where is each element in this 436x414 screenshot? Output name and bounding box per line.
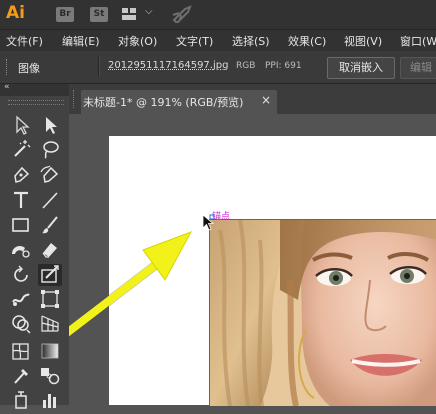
menu-select[interactable]: 选择(S) — [232, 33, 270, 49]
color-mode: RGB — [236, 61, 256, 71]
tab-document[interactable]: 未标题-1* @ 191% (RGB/预览) × — [81, 90, 277, 114]
tab-bar-grip[interactable] — [73, 90, 76, 108]
puppet-warp-tool-icon[interactable] — [9, 288, 33, 310]
rotate-tool-icon[interactable] — [9, 264, 33, 286]
document-tab-title[interactable]: 未标题-1* @ 191% (RGB/预览) — [83, 94, 243, 110]
symbol-sprayer-tool-icon[interactable] — [9, 388, 33, 410]
perspective-grid-tool-icon[interactable] — [38, 312, 62, 334]
lasso-tool-icon[interactable] — [38, 138, 62, 160]
mesh-tool-icon[interactable] — [9, 340, 33, 362]
paintbrush-tool-icon[interactable] — [38, 214, 62, 236]
selection-tool-icon[interactable] — [9, 114, 33, 136]
arrange-documents-icon[interactable] — [122, 8, 136, 20]
divider — [98, 57, 100, 77]
shaper-tool-icon[interactable] — [9, 238, 33, 260]
illustrator-logo: Ai — [6, 3, 25, 23]
menu-effect[interactable]: 效果(C) — [288, 33, 326, 49]
column-graph-tool-icon[interactable] — [38, 388, 62, 410]
curvature-tool-icon[interactable] — [38, 164, 62, 186]
type-tool-icon[interactable] — [9, 189, 33, 211]
collapse-icon[interactable]: « — [4, 82, 10, 92]
blend-tool-icon[interactable] — [38, 364, 62, 386]
direct-selection-cursor-icon — [202, 214, 215, 231]
chevron-down-icon[interactable]: ⌵ — [145, 6, 153, 17]
width-tool-icon[interactable] — [38, 264, 62, 286]
control-bar: 图像 2012951117164597.jpg RGB PPI: 691 取消嵌… — [0, 51, 436, 84]
pen-tool-icon[interactable] — [9, 164, 33, 186]
application-bar: Ai Br St ⌵ — [0, 0, 436, 29]
stock-button[interactable]: St — [90, 7, 108, 22]
free-transform-tool-icon[interactable] — [38, 288, 62, 310]
tools-panel-grip[interactable] — [8, 100, 64, 105]
magic-wand-tool-icon[interactable] — [9, 138, 33, 160]
canvas-area[interactable]: 锚点 — [69, 114, 436, 406]
tools-panel-header: « — [0, 82, 69, 96]
ppi-value: PPI: 691 — [265, 61, 302, 71]
eraser-tool-icon[interactable] — [38, 238, 62, 260]
line-segment-tool-icon[interactable] — [38, 189, 62, 211]
gpu-performance-icon[interactable] — [171, 5, 193, 23]
gradient-tool-icon[interactable] — [38, 340, 62, 362]
menu-type[interactable]: 文字(T) — [176, 33, 213, 49]
direct-selection-tool-icon[interactable] — [38, 114, 62, 136]
rectangle-tool-icon[interactable] — [9, 214, 33, 236]
document-tab-bar: 未标题-1* @ 191% (RGB/预览) × — [69, 84, 436, 114]
shape-builder-tool-icon[interactable] — [9, 312, 33, 334]
menu-file[interactable]: 文件(F) — [6, 33, 43, 49]
control-bar-grip[interactable] — [6, 59, 9, 75]
linked-file-name[interactable]: 2012951117164597.jpg — [108, 60, 228, 71]
bridge-button[interactable]: Br — [56, 7, 74, 22]
object-type-label: 图像 — [18, 62, 40, 75]
menu-edit[interactable]: 编辑(E) — [62, 33, 100, 49]
menu-bar: 文件(F) 编辑(E) 对象(O) 文字(T) 选择(S) 效果(C) 视图(V… — [0, 29, 436, 51]
close-icon[interactable]: × — [261, 93, 271, 107]
tools-panel: « — [0, 82, 70, 409]
menu-view[interactable]: 视图(V) — [344, 33, 382, 49]
menu-window[interactable]: 窗口(W) — [400, 33, 436, 49]
annotation-arrow-icon — [69, 231, 193, 338]
eyedropper-tool-icon[interactable] — [9, 364, 33, 386]
unembed-button[interactable]: 取消嵌入 — [327, 57, 395, 79]
edit-original-button[interactable]: 编辑 — [400, 57, 436, 79]
menu-object[interactable]: 对象(O) — [118, 33, 157, 49]
